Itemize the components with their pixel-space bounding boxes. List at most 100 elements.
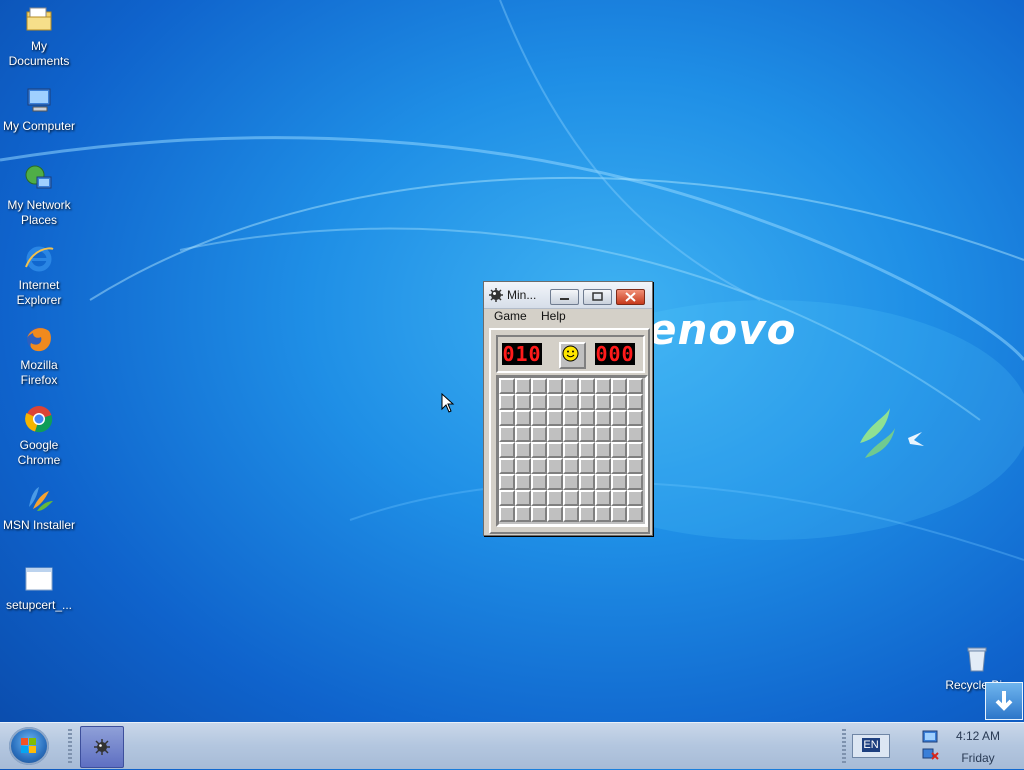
mine-cell[interactable]: [515, 506, 531, 522]
mine-cell[interactable]: [547, 442, 563, 458]
mine-cell[interactable]: [627, 474, 643, 490]
desktop-icon-firefox[interactable]: Mozilla Firefox: [0, 323, 78, 388]
mine-cell[interactable]: [595, 410, 611, 426]
desktop-icon-network-places[interactable]: My Network Places: [0, 163, 78, 228]
mine-cell[interactable]: [547, 490, 563, 506]
mine-cell[interactable]: [611, 442, 627, 458]
menu-help[interactable]: Help: [541, 309, 566, 323]
desktop-icon-setupcert[interactable]: setupcert_...: [0, 563, 78, 613]
mine-cell[interactable]: [627, 458, 643, 474]
mine-cell[interactable]: [531, 458, 547, 474]
mine-cell[interactable]: [547, 394, 563, 410]
mine-cell[interactable]: [515, 426, 531, 442]
mine-cell[interactable]: [531, 394, 547, 410]
mine-cell[interactable]: [547, 410, 563, 426]
show-desktop-button[interactable]: [985, 682, 1023, 720]
mine-cell[interactable]: [515, 378, 531, 394]
mine-cell[interactable]: [627, 410, 643, 426]
mine-cell[interactable]: [531, 442, 547, 458]
mine-cell[interactable]: [563, 490, 579, 506]
maximize-button[interactable]: [583, 289, 612, 305]
mine-cell[interactable]: [627, 394, 643, 410]
mine-cell[interactable]: [563, 378, 579, 394]
mine-cell[interactable]: [611, 394, 627, 410]
mine-cell[interactable]: [579, 394, 595, 410]
window-titlebar[interactable]: Min...: [484, 282, 652, 309]
mine-cell[interactable]: [515, 410, 531, 426]
desktop-icon-internet-explorer[interactable]: Internet Explorer: [0, 243, 78, 308]
mine-cell[interactable]: [579, 410, 595, 426]
mine-field[interactable]: [496, 375, 648, 527]
minesweeper-window[interactable]: Min... Game Help 010 000: [483, 281, 653, 536]
mine-cell[interactable]: [595, 458, 611, 474]
desktop-icon-my-computer[interactable]: My Computer: [0, 84, 78, 134]
mine-cell[interactable]: [627, 426, 643, 442]
mine-cell[interactable]: [595, 506, 611, 522]
desktop-icon-msn-installer[interactable]: MSN Installer: [0, 483, 78, 533]
mine-cell[interactable]: [627, 490, 643, 506]
mine-cell[interactable]: [547, 506, 563, 522]
mine-cell[interactable]: [595, 474, 611, 490]
mine-cell[interactable]: [611, 378, 627, 394]
mine-cell[interactable]: [499, 394, 515, 410]
mine-cell[interactable]: [563, 474, 579, 490]
mine-cell[interactable]: [627, 506, 643, 522]
mine-cell[interactable]: [547, 458, 563, 474]
mine-cell[interactable]: [611, 426, 627, 442]
mine-cell[interactable]: [499, 474, 515, 490]
minimize-button[interactable]: [550, 289, 579, 305]
mine-cell[interactable]: [531, 410, 547, 426]
mine-cell[interactable]: [595, 426, 611, 442]
mine-cell[interactable]: [563, 506, 579, 522]
mine-cell[interactable]: [595, 378, 611, 394]
mine-cell[interactable]: [499, 506, 515, 522]
mine-cell[interactable]: [579, 506, 595, 522]
mine-cell[interactable]: [515, 394, 531, 410]
mine-cell[interactable]: [579, 378, 595, 394]
mine-cell[interactable]: [563, 442, 579, 458]
mine-cell[interactable]: [611, 490, 627, 506]
mine-cell[interactable]: [531, 490, 547, 506]
mine-cell[interactable]: [547, 426, 563, 442]
mine-cell[interactable]: [579, 474, 595, 490]
mine-cell[interactable]: [595, 394, 611, 410]
desktop-icon-my-documents[interactable]: My Documents: [0, 4, 78, 69]
mine-cell[interactable]: [579, 426, 595, 442]
mine-cell[interactable]: [499, 378, 515, 394]
mine-cell[interactable]: [515, 474, 531, 490]
mine-cell[interactable]: [611, 474, 627, 490]
mine-cell[interactable]: [531, 426, 547, 442]
mine-cell[interactable]: [515, 458, 531, 474]
language-indicator[interactable]: EN: [852, 734, 890, 758]
mine-cell[interactable]: [499, 442, 515, 458]
mine-cell[interactable]: [579, 458, 595, 474]
close-button[interactable]: [616, 289, 645, 305]
mine-cell[interactable]: [563, 458, 579, 474]
mine-cell[interactable]: [547, 378, 563, 394]
mine-cell[interactable]: [563, 410, 579, 426]
mine-cell[interactable]: [531, 378, 547, 394]
clock[interactable]: 4:12 AM Friday: [946, 727, 1010, 765]
network-status-icon[interactable]: [920, 729, 940, 765]
mine-cell[interactable]: [627, 378, 643, 394]
mine-cell[interactable]: [563, 426, 579, 442]
mine-cell[interactable]: [579, 442, 595, 458]
mine-cell[interactable]: [531, 474, 547, 490]
mine-cell[interactable]: [499, 490, 515, 506]
mine-cell[interactable]: [499, 458, 515, 474]
mine-cell[interactable]: [515, 442, 531, 458]
mine-cell[interactable]: [627, 442, 643, 458]
desktop-icon-chrome[interactable]: Google Chrome: [0, 403, 78, 468]
new-game-button[interactable]: [559, 342, 586, 369]
mine-cell[interactable]: [611, 506, 627, 522]
mine-cell[interactable]: [563, 394, 579, 410]
menu-game[interactable]: Game: [494, 309, 527, 323]
mine-cell[interactable]: [595, 490, 611, 506]
start-button[interactable]: [9, 727, 49, 765]
mine-cell[interactable]: [531, 506, 547, 522]
mine-cell[interactable]: [499, 410, 515, 426]
tray-grip[interactable]: [842, 729, 846, 763]
mine-cell[interactable]: [611, 458, 627, 474]
taskbar-minesweeper-button[interactable]: [80, 726, 124, 768]
mine-cell[interactable]: [547, 474, 563, 490]
